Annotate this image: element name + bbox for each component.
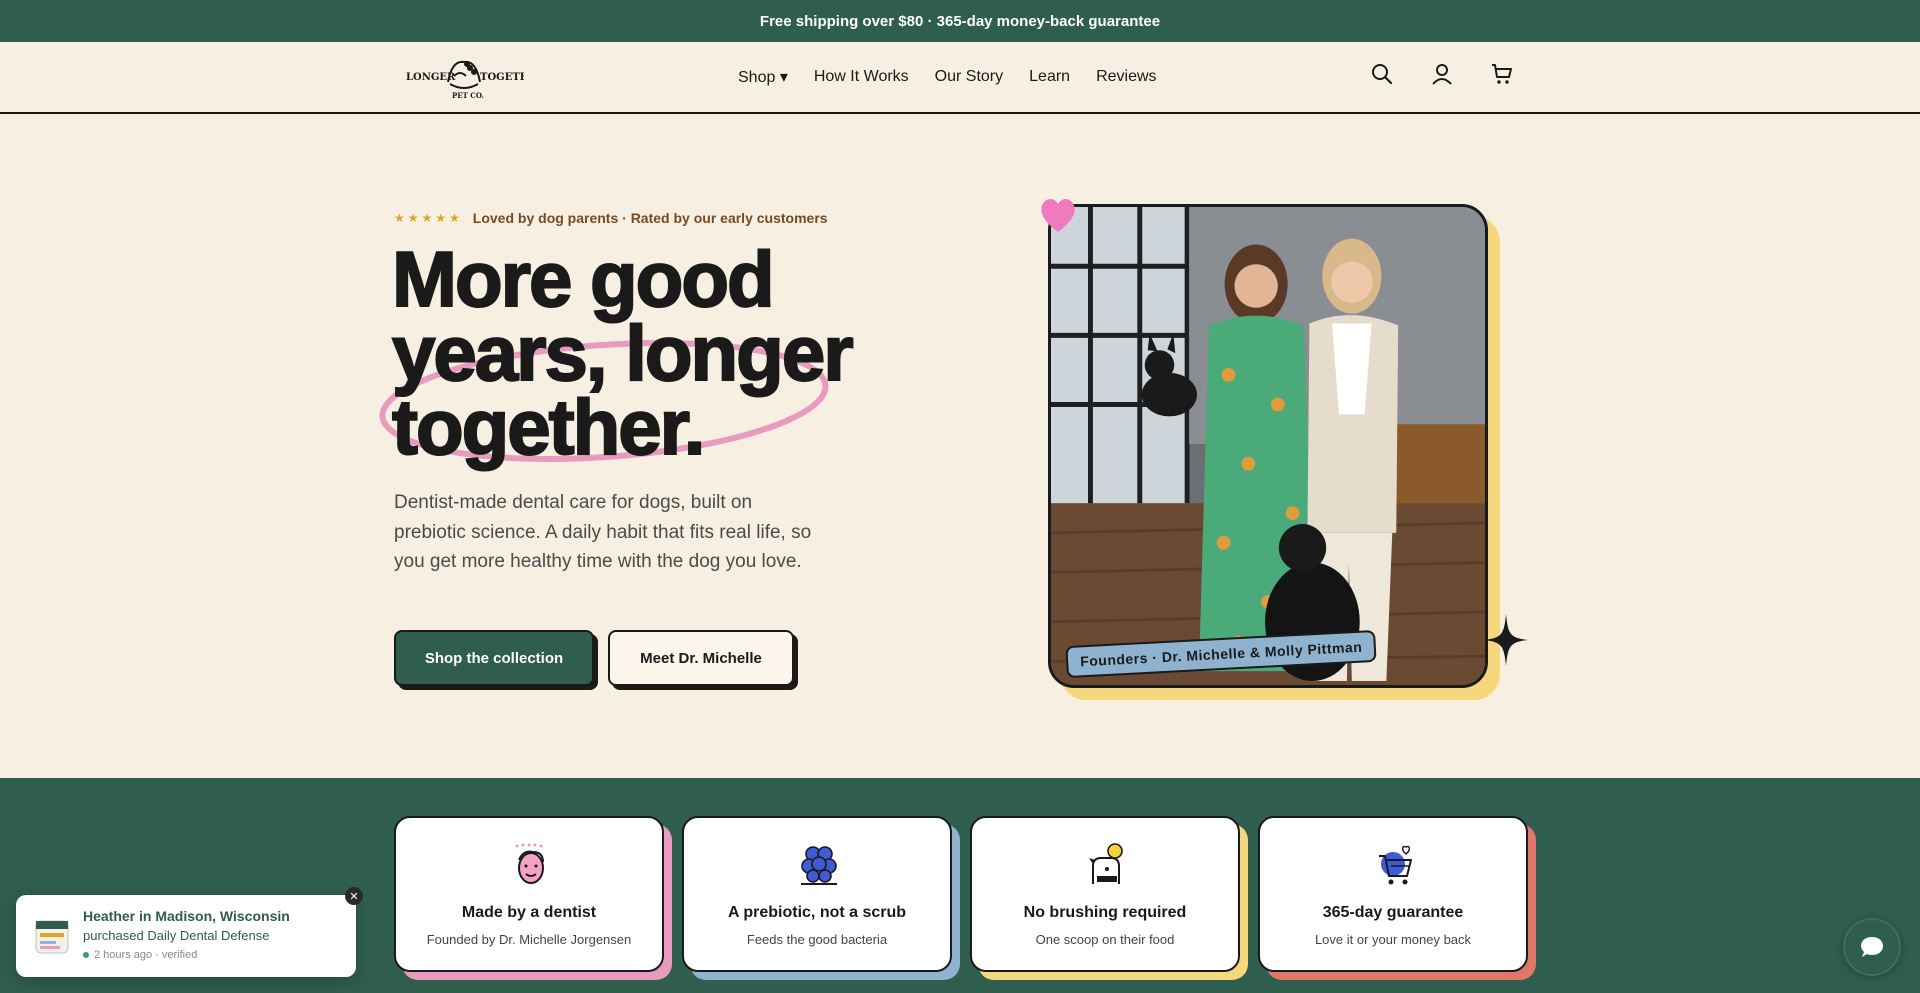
feature-card: A prebiotic, not a scrub Feeds the good …: [682, 816, 952, 972]
headline-line-3: together.: [391, 383, 706, 471]
feature-card: 365-day guarantee Love it or your money …: [1258, 816, 1528, 972]
feature-subtitle: Love it or your money back: [1314, 932, 1472, 947]
feature-card-no-brushing: No brushing required One scoop on their …: [970, 816, 1248, 980]
verified-dot: [83, 952, 89, 958]
sparkle-icon: [1484, 614, 1528, 666]
cart-icon[interactable]: [1490, 62, 1514, 86]
feature-card: No brushing required One scoop on their …: [970, 816, 1240, 972]
headline-line-2: years, longer: [391, 309, 855, 397]
search-icon[interactable]: [1370, 62, 1394, 86]
recent-purchase-toast[interactable]: Heather in Madison, Wisconsin purchased …: [16, 895, 356, 977]
nav-learn[interactable]: Learn: [1029, 68, 1070, 86]
feature-title: No brushing required: [1023, 904, 1187, 921]
rating-stars: ★★★★★: [394, 211, 463, 225]
nav-shop[interactable]: Shop ▾: [738, 67, 788, 87]
feature-title: Made by a dentist: [461, 904, 597, 921]
shop-collection-button[interactable]: Shop the collection: [394, 630, 594, 686]
nav-reviews[interactable]: Reviews: [1096, 68, 1156, 86]
toast-customer-name: Heather in Madison, Wisconsin: [83, 908, 290, 924]
headline-line-1: More good: [391, 235, 776, 323]
account-icon[interactable]: [1430, 62, 1454, 86]
nav-our-story[interactable]: Our Story: [935, 68, 1003, 86]
feature-card-dentist: Made by a dentist Founded by Dr. Michell…: [394, 816, 672, 980]
nav-how-it-works[interactable]: How It Works: [814, 68, 909, 86]
meet-dr-michelle-button[interactable]: Meet Dr. Michelle: [608, 630, 794, 686]
product-thumbnail: [35, 920, 69, 954]
feature-subtitle: One scoop on their food: [1035, 932, 1175, 947]
hero-headline: More good years, longer together.: [391, 235, 912, 471]
dentist-face-icon: [515, 843, 544, 884]
rating-line: ★★★★★ Loved by dog parents · Rated by ou…: [394, 210, 828, 226]
feature-card: Made by a dentist Founded by Dr. Michell…: [394, 816, 664, 972]
header-actions: [1370, 62, 1514, 86]
announcement-text: Free shipping over $80 · 365-day money-b…: [759, 12, 1161, 30]
heart-icon: [1041, 198, 1075, 232]
hero-section: ★★★★★ Loved by dog parents · Rated by ou…: [0, 114, 1920, 778]
feature-subtitle: Feeds the good bacteria: [746, 932, 888, 947]
bacteria-icon: [801, 846, 837, 885]
cart-heart-icon: [1379, 845, 1412, 885]
feature-card-guarantee: 365-day guarantee Love it or your money …: [1258, 816, 1536, 980]
rating-text: Loved by dog parents · Rated by our earl…: [472, 210, 828, 226]
announcement-bar: Free shipping over $80 · 365-day money-b…: [0, 0, 1920, 42]
logo-right-text: TOGETHER: [480, 72, 524, 83]
site-header: LONGER TOGETHER PET CO. Shop ▾ How It Wo…: [0, 42, 1920, 114]
toast-product: purchased Daily Dental Defense: [83, 928, 270, 943]
chat-button[interactable]: [1843, 918, 1901, 976]
dog-scoop-icon: [1089, 843, 1123, 884]
founders-photo: [1048, 204, 1488, 688]
logo-sub-text: PET CO.: [452, 91, 484, 100]
feature-card-prebiotic: A prebiotic, not a scrub Feeds the good …: [682, 816, 960, 980]
brand-logo[interactable]: LONGER TOGETHER PET CO.: [404, 52, 524, 104]
toast-time-text: 2 hours ago · verified: [94, 949, 198, 961]
feature-title: 365-day guarantee: [1322, 904, 1464, 921]
toast-time: 2 hours ago · verified: [83, 949, 197, 961]
hero-subtitle: Dentist-made dental care for dogs, built…: [394, 492, 812, 572]
feature-title: A prebiotic, not a scrub: [727, 904, 907, 921]
toast-close-button[interactable]: ✕: [345, 887, 363, 905]
founders-photo-illustration: [1051, 207, 1485, 685]
chat-bubble-icon: [1861, 937, 1883, 957]
feature-subtitle: Founded by Dr. Michelle Jorgensen: [426, 932, 632, 947]
main-nav: Shop ▾ How It Works Our Story Learn Revi…: [738, 42, 1157, 112]
